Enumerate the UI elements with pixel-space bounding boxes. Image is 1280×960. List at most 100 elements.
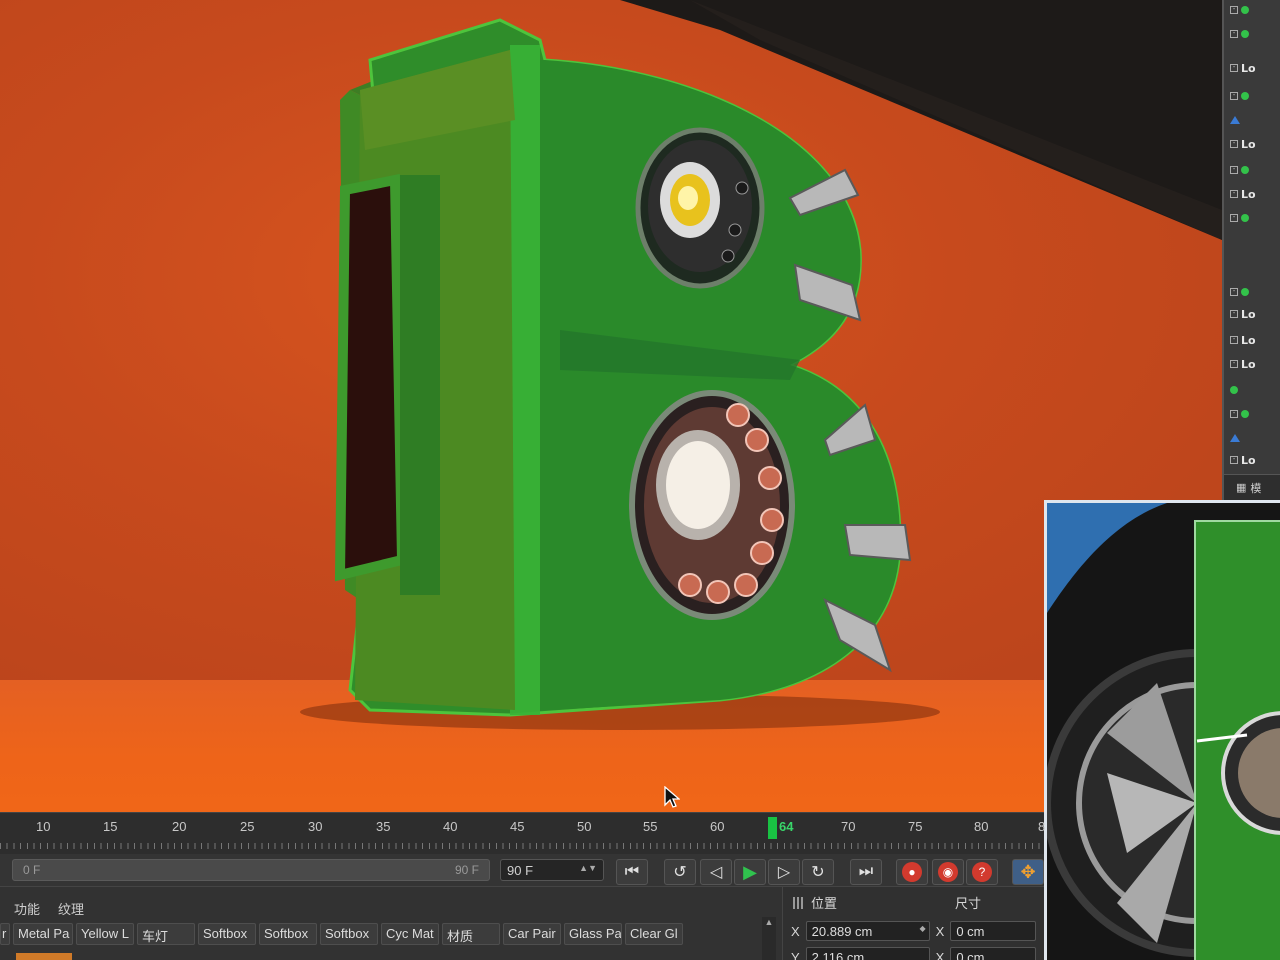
object-icon <box>1230 386 1238 394</box>
prev-frame-button[interactable]: ◁ <box>700 859 732 885</box>
material-item[interactable]: Softbox <box>198 923 256 945</box>
material-item[interactable]: Metal Pa <box>13 923 73 945</box>
expand-icon[interactable]: - <box>1230 140 1238 148</box>
material-scrollbar[interactable]: ▲ <box>762 917 776 960</box>
expand-icon[interactable]: - <box>1230 410 1238 418</box>
expand-icon[interactable]: - <box>1230 64 1238 72</box>
menu-function[interactable]: 功能 <box>14 899 40 918</box>
object-icon <box>1241 288 1249 296</box>
expand-icon[interactable]: - <box>1230 288 1238 296</box>
range-start: 0 F <box>23 863 41 877</box>
object-row[interactable]: - <box>1230 88 1280 104</box>
expand-icon[interactable]: - <box>1230 92 1238 100</box>
tick-label: 25 <box>240 819 255 834</box>
play-button[interactable]: ▶ <box>734 859 766 885</box>
expand-icon[interactable]: - <box>1230 336 1238 344</box>
expand-icon[interactable]: - <box>1230 190 1238 198</box>
expand-icon[interactable]: - <box>1230 30 1238 38</box>
material-item[interactable]: Glass Pa <box>564 923 622 945</box>
playhead[interactable] <box>768 817 777 839</box>
material-item[interactable]: r <box>0 923 10 945</box>
material-item[interactable]: Car Pair <box>503 923 561 945</box>
expand-icon[interactable]: - <box>1230 6 1238 14</box>
footer-label: 模 <box>1250 482 1262 495</box>
autokey-button[interactable]: ◉ <box>932 859 964 885</box>
timeline-ruler[interactable]: 10 15 20 25 30 35 40 45 50 55 60 70 75 8… <box>0 813 1046 855</box>
lo-icon: Lo <box>1241 137 1256 151</box>
y-row: Y 2.116 cm X 0 cm <box>791 947 1037 960</box>
x-position-field[interactable]: 20.889 cm ◆ <box>805 921 930 941</box>
material-list: r Metal Pa Yellow L 车灯 Softbox Softbox S… <box>0 923 770 947</box>
expand-icon[interactable]: - <box>1230 214 1238 222</box>
material-item[interactable]: 车灯 <box>137 923 195 945</box>
menu-texture[interactable]: 纹理 <box>58 899 84 918</box>
object-row[interactable]: - Lo <box>1230 306 1280 322</box>
position-header: 位置 <box>793 893 837 912</box>
keyframe-help-button[interactable]: ? <box>966 859 998 885</box>
render-scene <box>300 0 1222 730</box>
object-row[interactable] <box>1230 382 1280 398</box>
object-manager[interactable]: - - - Lo - - Lo - - Lo - - - Lo - Lo - Lo - -L… <box>1222 0 1280 500</box>
object-icon <box>1241 6 1249 14</box>
object-row[interactable]: - <box>1230 284 1280 300</box>
position-label: 位置 <box>811 896 838 911</box>
next-key-button[interactable]: ↻ <box>802 859 834 885</box>
object-icon <box>1241 92 1249 100</box>
prev-key-icon: ↺ <box>673 864 687 881</box>
lo-icon: Lo <box>1241 61 1256 75</box>
object-row[interactable]: - <box>1230 210 1280 226</box>
y-position-field[interactable]: 2.116 cm <box>805 947 930 960</box>
stepper-icon[interactable]: ▲▼ <box>579 863 597 873</box>
next-frame-button[interactable]: ▷ <box>768 859 800 885</box>
x-row: X 20.889 cm ◆ X 0 cm <box>791 921 1037 941</box>
object-row[interactable]: - Lo <box>1230 136 1280 152</box>
expand-icon[interactable]: - <box>1230 456 1238 464</box>
material-item[interactable]: Clear Gl <box>625 923 683 945</box>
tick-label: 8 <box>1038 819 1046 834</box>
y-size-field[interactable]: 0 cm <box>950 947 1037 960</box>
move-tool-button[interactable]: ✥ <box>1012 859 1044 885</box>
goto-start-button[interactable]: ⏮ <box>616 859 648 885</box>
object-row[interactable]: - Lo <box>1230 332 1280 348</box>
play-icon: ▶ <box>743 861 757 882</box>
goto-end-button[interactable]: ⏭ <box>850 859 882 885</box>
object-icon <box>1241 166 1249 174</box>
material-item[interactable]: Yellow L <box>76 923 134 945</box>
letter-b-window <box>334 173 408 582</box>
grid-icon: ▦ <box>1236 482 1247 494</box>
timeline[interactable]: 10 15 20 25 30 35 40 45 50 55 60 70 75 8… <box>0 812 1046 855</box>
expand-icon[interactable]: - <box>1230 310 1238 318</box>
end-frame-field[interactable]: 90 F ▲▼ <box>500 859 604 881</box>
mouse-cursor-icon <box>664 786 680 808</box>
object-icon <box>1241 214 1249 222</box>
expand-icon[interactable]: - <box>1230 166 1238 174</box>
stepper-icon[interactable]: ◆ <box>920 924 926 933</box>
object-row[interactable]: - Lo <box>1230 60 1280 76</box>
material-item[interactable]: Cyc Mat <box>381 923 439 945</box>
frame-range-slider[interactable]: 0 F 90 F <box>12 859 490 881</box>
tick-label: 35 <box>376 819 391 834</box>
object-row[interactable]: - Lo <box>1230 186 1280 202</box>
x-label: X <box>791 923 800 939</box>
tick-label: 55 <box>643 819 658 834</box>
object-row[interactable]: - Lo <box>1230 452 1280 468</box>
expand-icon[interactable]: - <box>1230 360 1238 368</box>
lower-headlight <box>629 390 795 620</box>
object-row[interactable] <box>1230 112 1280 128</box>
object-row[interactable] <box>1230 430 1280 446</box>
material-item[interactable]: Softbox <box>259 923 317 945</box>
material-item[interactable]: 材质 <box>442 923 500 945</box>
tick-label: 40 <box>443 819 458 834</box>
viewport[interactable] <box>0 0 1222 812</box>
object-row[interactable]: - <box>1230 406 1280 422</box>
material-item[interactable]: Softbox <box>320 923 378 945</box>
prev-key-button[interactable]: ↺ <box>664 859 696 885</box>
object-row[interactable]: - <box>1230 26 1280 42</box>
object-row[interactable]: - <box>1230 162 1280 178</box>
current-frame: 64 <box>779 819 794 834</box>
object-row[interactable]: - Lo <box>1230 356 1280 372</box>
record-button[interactable]: ● <box>896 859 928 885</box>
material-preview-swatch[interactable] <box>16 953 72 960</box>
object-row[interactable]: - <box>1230 2 1280 18</box>
x-size-field[interactable]: 0 cm <box>950 921 1037 941</box>
